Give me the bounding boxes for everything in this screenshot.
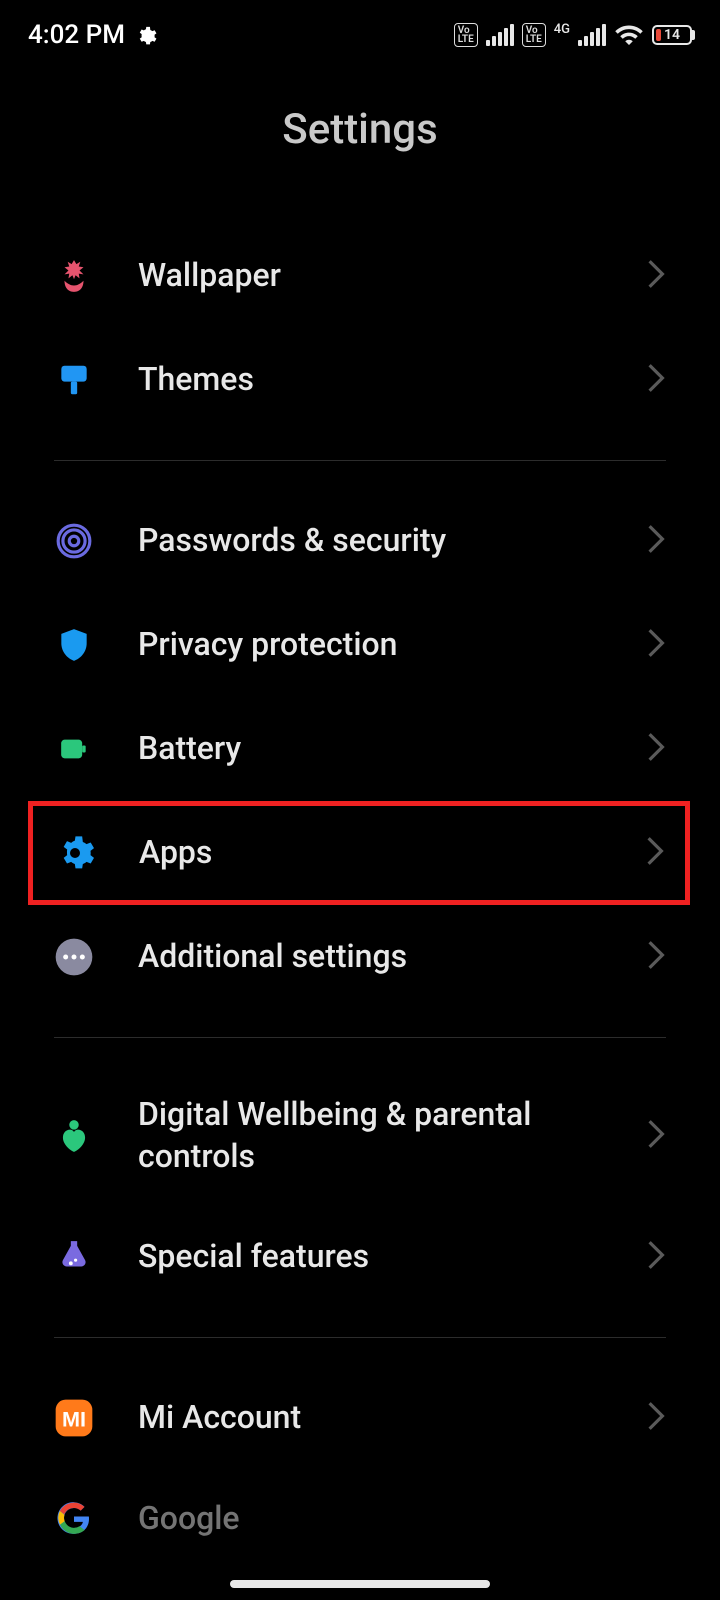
item-label: Additional settings	[138, 936, 602, 978]
heart-person-icon	[54, 1116, 94, 1156]
svg-text:MI: MI	[62, 1407, 86, 1432]
home-indicator[interactable]	[230, 1580, 490, 1588]
chevron-right-icon	[646, 939, 666, 975]
chevron-right-icon	[646, 1400, 666, 1436]
flask-icon	[54, 1237, 94, 1277]
item-label: Digital Wellbeing & parental controls	[138, 1094, 602, 1177]
settings-item-apps[interactable]: Apps	[28, 801, 690, 905]
google-logo-icon	[54, 1498, 94, 1538]
chevron-right-icon	[646, 523, 666, 559]
chevron-right-icon	[646, 627, 666, 663]
chevron-right-icon	[645, 835, 665, 871]
page-title: Settings	[0, 105, 720, 154]
fingerprint-icon	[54, 521, 94, 561]
settings-item-battery[interactable]: Battery	[0, 697, 720, 801]
battery-percent: 14	[664, 27, 680, 43]
status-left: 4:02 PM	[28, 20, 157, 50]
item-label: Apps	[139, 832, 601, 874]
chevron-right-icon	[646, 731, 666, 767]
item-label: Battery	[138, 728, 602, 770]
gear-icon	[135, 24, 157, 46]
chevron-right-icon	[646, 1239, 666, 1275]
settings-item-mi-account[interactable]: MI Mi Account	[0, 1366, 720, 1470]
item-label: Wallpaper	[138, 255, 602, 297]
settings-item-google[interactable]: Google	[0, 1470, 720, 1540]
gear-icon	[55, 833, 95, 873]
signal-icon	[486, 24, 514, 46]
settings-item-wellbeing[interactable]: Digital Wellbeing & parental controls	[0, 1066, 720, 1205]
page-header: Settings	[0, 70, 720, 224]
chevron-right-icon	[646, 1118, 666, 1154]
settings-group: MI Mi Account Google	[0, 1366, 720, 1540]
settings-item-themes[interactable]: Themes	[0, 328, 720, 432]
flower-icon	[54, 256, 94, 296]
item-label: Mi Account	[138, 1397, 602, 1439]
brush-icon	[54, 360, 94, 400]
divider	[54, 1337, 666, 1338]
battery-icon	[54, 729, 94, 769]
volte-icon-2: VoLTE	[522, 23, 546, 47]
settings-group: Passwords & security Privacy protection …	[0, 489, 720, 1009]
item-label: Passwords & security	[138, 520, 602, 562]
volte-icon: VoLTE	[454, 23, 478, 47]
item-label: Special features	[138, 1236, 602, 1278]
wifi-icon	[614, 20, 644, 50]
chevron-right-icon	[646, 258, 666, 294]
settings-item-privacy[interactable]: Privacy protection	[0, 593, 720, 697]
item-label: Privacy protection	[138, 624, 602, 666]
chevron-right-icon	[646, 362, 666, 398]
network-type: 4G	[554, 22, 570, 37]
mi-logo-icon: MI	[54, 1398, 94, 1438]
settings-item-additional[interactable]: Additional settings	[0, 905, 720, 1009]
divider	[54, 460, 666, 461]
dots-icon	[54, 937, 94, 977]
battery-icon: 14	[652, 25, 692, 45]
settings-group: Digital Wellbeing & parental controls Sp…	[0, 1066, 720, 1309]
item-label: Google	[138, 1498, 666, 1540]
settings-item-wallpaper[interactable]: Wallpaper	[0, 224, 720, 328]
shield-icon	[54, 625, 94, 665]
divider	[54, 1037, 666, 1038]
settings-item-passwords[interactable]: Passwords & security	[0, 489, 720, 593]
settings-item-special[interactable]: Special features	[0, 1205, 720, 1309]
status-right: VoLTE VoLTE 4G 14	[454, 20, 692, 50]
signal-icon-2	[578, 24, 606, 46]
item-label: Themes	[138, 359, 602, 401]
status-time: 4:02 PM	[28, 20, 125, 50]
settings-group: Wallpaper Themes	[0, 224, 720, 432]
status-bar: 4:02 PM VoLTE VoLTE 4G 14	[0, 0, 720, 70]
